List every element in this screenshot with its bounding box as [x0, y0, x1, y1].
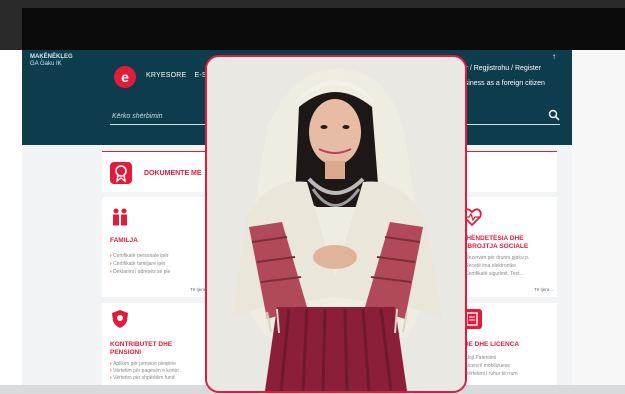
card-link[interactable]: Vërtetim për pagesën e kontri	[110, 368, 179, 374]
brand-logo[interactable]: e	[114, 66, 136, 88]
card-link[interactable]: Aplikim për pension pleqërie	[110, 361, 176, 367]
card-link[interactable]: Recetë ima elektronike	[462, 263, 516, 269]
card-link[interactable]: Rezervim për drurim gjaku p.	[462, 255, 529, 261]
presenter-video-overlay[interactable]	[205, 55, 467, 393]
card-title: FAMILJA	[110, 237, 138, 244]
card-title: IDE DHE LICENCA	[462, 341, 520, 348]
certificate-icon	[110, 162, 132, 184]
service-card-licenses[interactable]: IDE DHE LICENCA Lloji Patentimi Licencë …	[454, 303, 557, 385]
small-logo[interactable]: MAĶĒNĒKĻEG GA Gaku IK	[30, 54, 73, 68]
video-top-bar-inner	[22, 8, 625, 50]
small-logo-line1: MAĶĒNĒKĻEG	[30, 54, 73, 60]
card-link[interactable]: Vërtetim për shpërblim fund	[110, 375, 174, 381]
family-icon	[113, 208, 127, 226]
search-icon[interactable]	[548, 109, 560, 121]
card-link[interactable]: Lloji Patentimi	[462, 355, 496, 361]
presenter-illustration	[207, 57, 465, 391]
login-link[interactable]: Hyr / Regjistrohu / Register	[457, 65, 541, 72]
service-card-pension[interactable]: KONTRIBUTET DHE PENSIONI Aplikim për pen…	[102, 303, 214, 385]
card-link[interactable]: Certifikatë sigurimit, Test...	[462, 271, 524, 277]
card-link[interactable]: Certifikatë personale ipër	[110, 253, 169, 259]
right-margin	[572, 50, 625, 394]
nav-item-home[interactable]: KRYESORE	[146, 72, 186, 79]
card-link[interactable]: Deklarimi i adresës se ple	[110, 269, 170, 275]
video-top-bar	[0, 0, 625, 50]
card-title: SHËNDETËSIA DHE MBROJTJA SOCIALE	[462, 235, 529, 250]
upload-icon[interactable]: ↑	[552, 52, 556, 61]
card-link[interactable]: Vërtetimi i ruhur të rrum	[462, 371, 518, 377]
service-card-family[interactable]: FAMILJA Certifikatë personale ipër Certi…	[102, 197, 214, 297]
service-card-health[interactable]: SHËNDETËSIA DHE MBROJTJA SOCIALE Rezervi…	[454, 197, 557, 297]
card-more-link[interactable]: Të tjera...	[534, 287, 553, 292]
small-logo-line2: GA Gaku IK	[30, 61, 62, 67]
search-input[interactable]: Kërko shërbimin	[112, 113, 163, 120]
pension-icon	[112, 310, 128, 328]
card-link[interactable]: Licencë mobilizuese	[462, 363, 510, 369]
card-title: KONTRIBUTET DHE PENSIONI	[110, 341, 173, 356]
card-link[interactable]: Certifikatë familjare ipër	[110, 261, 166, 267]
foreign-citizen-link[interactable]: business as a foreign citizen	[457, 80, 545, 87]
documents-title: DOKUMENTE ME	[144, 170, 202, 177]
